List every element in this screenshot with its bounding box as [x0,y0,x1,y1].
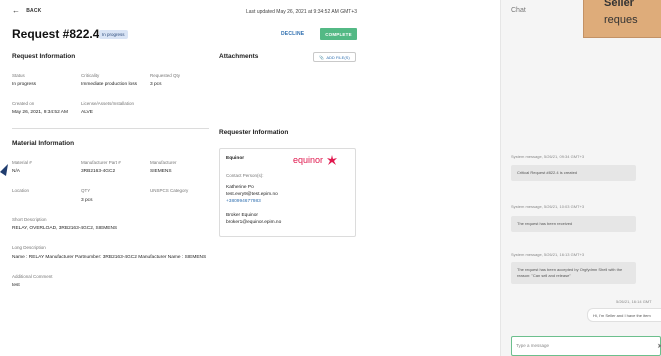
request-info-heading: Request Information [12,53,76,60]
send-icon[interactable]: ➤ [657,342,661,350]
system-message-time: System message, 5/26/21, 09:34 GMT+3 [511,154,585,159]
back-label: BACK [26,8,42,14]
add-files-button[interactable]: 📎 ADD FILE(S) [313,52,356,62]
material-no-value: N/A [12,169,20,174]
license-label: License/Assets/Installation [81,101,135,106]
overlay-line-2: reques [604,14,638,26]
status-label: Status [12,73,25,78]
page-title: Request #822.4 [12,27,100,41]
decline-button[interactable]: DECLINE [281,31,304,37]
requested-qty-label: Requested Qty [150,73,181,78]
requester-company: Equinor [226,156,245,161]
status-value: In progress [12,82,36,87]
additional-comment-label: Additional Comment [12,274,53,279]
contact-persons-label: Contact Person(s): [226,173,264,178]
equinor-logo: equinor [293,155,338,165]
back-arrow-icon: ← [12,6,21,15]
additional-comment-value: test [12,283,20,288]
broker-email: broker1@equinor.epim.no [226,220,282,225]
mfr-part-label: Manufacturer Part # [81,160,121,165]
system-message-time: System message, 5/26/21, 16:13 GMT+3 [511,252,585,257]
user-message-time: 5/26/21, 16:14 GMT [616,299,652,304]
equinor-logo-text: equinor [293,155,324,165]
manufacturer-value: SIEMENS [150,169,172,174]
long-description-label: Long Description [12,245,46,250]
attach-icon: 📎 [319,54,325,60]
qty-value: 3 pcs [81,198,93,203]
system-message-bubble: The request has been received [511,216,636,232]
long-description-value: Name : RELAY Manufacturer Partnumber: 3R… [12,255,207,260]
system-message-time: System message, 5/26/21, 10:03 GMT+3 [511,204,585,209]
location-label: Location [12,188,30,193]
criticality-value: Immediate production loss [81,82,137,87]
manufacturer-label: Manufacturer [150,160,177,165]
contact-name: Katherine Po [226,185,254,190]
license-value: ALVE [81,110,93,115]
contact-phone-link[interactable]: +380994677983 [226,199,261,204]
created-on-label: Created on [12,101,35,106]
overlay-line-1: Seller [604,0,634,9]
chat-panel: Chat Seller reques System message, 5/26/… [500,0,661,356]
short-description-value: RELAY, OVERLOAD, 3RB2163-4GC2, SIEMENS [12,226,118,231]
message-input[interactable] [516,343,646,348]
short-description-label: Short Description [12,217,47,222]
section-divider [12,128,209,129]
requested-qty-value: 3 pcs [150,82,162,87]
system-message-bubble: The request has been accepted by Orgfydm… [511,262,636,284]
chat-input-box: ➤ [511,336,661,356]
created-on-value: May 26, 2021, 9:34:52 AM [12,110,69,115]
requester-card: Equinor equinor Contact Person(s): Kathe… [219,148,356,237]
add-files-label: ADD FILE(S) [326,54,350,60]
chat-title: Chat [511,7,526,14]
request-detail-panel: ← BACK Last updated May 26, 2021 at 9:34… [0,0,500,356]
annotation-overlay: Seller reques [583,0,661,38]
qty-label: QTY [81,188,91,193]
attachments-heading: Attachments [219,53,259,60]
unspsc-label: UNSPCS Category [150,188,189,193]
broker-label: Broker Equinor [226,213,258,218]
cursor-arrow-icon [0,164,8,176]
material-info-heading: Material Information [12,140,75,147]
user-message-bubble: Hi, I'm Seller and I have the item [587,308,661,322]
last-updated-text: Last updated May 26, 2021 at 9:34:52 AM … [246,9,358,15]
system-message-bubble: Critical Request #822.4 is created [511,165,636,181]
criticality-label: Criticality [81,73,100,78]
equinor-star-icon [327,155,338,165]
material-no-label: Material # [12,160,32,165]
complete-button[interactable]: COMPLETE [320,28,357,40]
back-button[interactable]: ← BACK [12,6,42,15]
requester-info-heading: Requester Information [219,129,289,136]
contact-email: test.evry9@test.epim.no [226,192,278,197]
status-badge: In progress [99,30,128,39]
mfr-part-value: 3RB2163-4GC2 [81,169,116,174]
